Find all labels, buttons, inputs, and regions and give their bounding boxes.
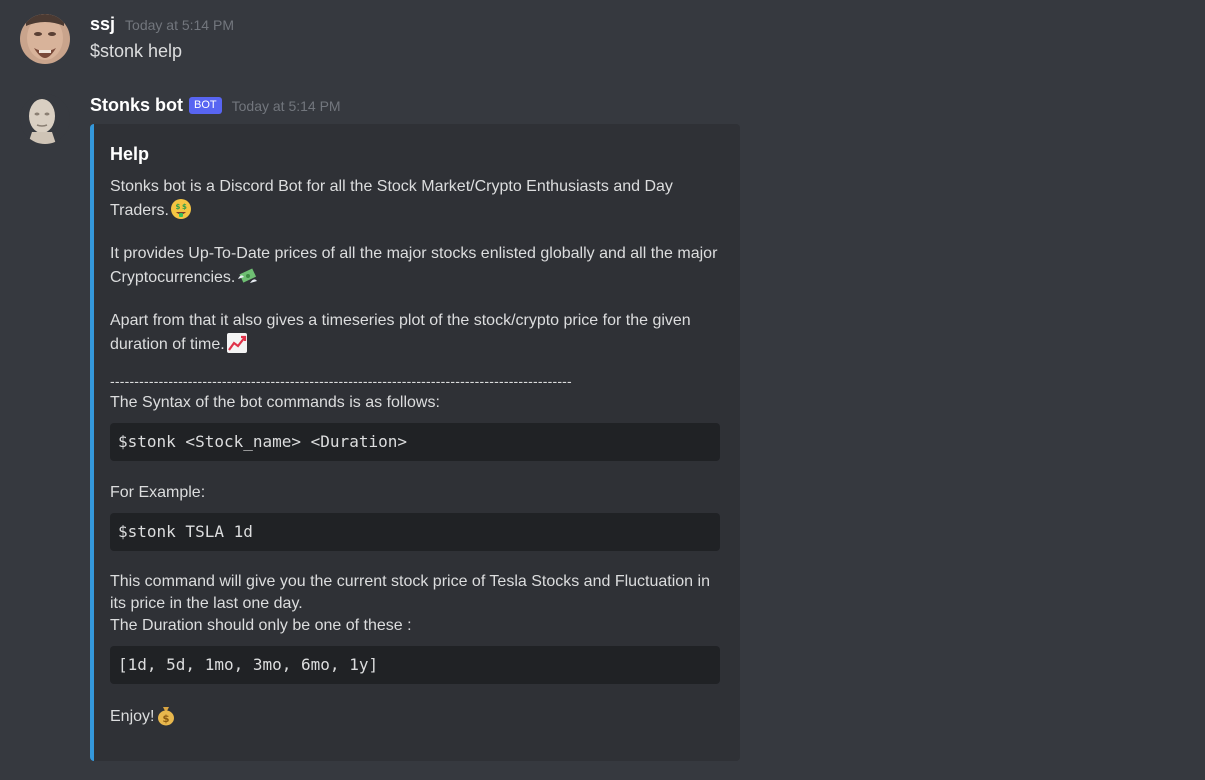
message-content: $stonk help xyxy=(90,41,183,61)
embed-intro-3: Apart from that it also gives a timeseri… xyxy=(110,312,691,353)
user-avatar-ssj[interactable] xyxy=(20,14,70,64)
embed-intro-1: Stonks bot is a Discord Bot for all the … xyxy=(110,178,673,219)
money-mouth-face-icon: $ $ xyxy=(170,199,191,219)
svg-text:$: $ xyxy=(163,714,170,725)
syntax-code-block: $stonk <Stock_name> <Duration> xyxy=(110,423,720,461)
embed-body: Help Stonks bot is a Discord Bot for all… xyxy=(110,144,724,728)
bot-avatar-stonks[interactable] xyxy=(20,94,70,144)
embed-divider: ----------------------------------------… xyxy=(110,374,572,388)
timestamp: Today at 5:14 PM xyxy=(125,17,234,33)
username[interactable]: Stonks bot xyxy=(90,95,183,116)
embed-paragraph: Apart from that it also gives a timeseri… xyxy=(110,309,724,356)
chart-increasing-icon xyxy=(226,333,247,353)
duration-label: The Duration should only be one of these… xyxy=(110,617,412,634)
embed-outro: Enjoy! $ xyxy=(110,704,724,728)
help-embed: Help Stonks bot is a Discord Bot for all… xyxy=(90,124,740,761)
embed-title: Help xyxy=(110,144,150,164)
bot-tag-badge: BOT xyxy=(189,97,222,114)
explanation-text: This command will give you the current s… xyxy=(110,573,710,612)
embed-intro-2: It provides Up-To-Date prices of all the… xyxy=(110,245,718,286)
money-with-wings-icon xyxy=(238,268,258,283)
outro-text: Enjoy! xyxy=(110,708,155,725)
timestamp: Today at 5:14 PM xyxy=(231,98,341,114)
message-header: ssj Today at 5:14 PM xyxy=(90,14,234,35)
username[interactable]: ssj xyxy=(90,14,115,35)
duration-code-block: [1d, 5d, 1mo, 3mo, 6mo, 1y] xyxy=(110,646,720,684)
svg-text:$: $ xyxy=(175,203,180,211)
example-label: For Example: xyxy=(110,484,206,501)
embed-paragraph: It provides Up-To-Date prices of all the… xyxy=(110,242,724,289)
syntax-label: The Syntax of the bot commands is as fol… xyxy=(110,394,440,411)
example-code-block: $stonk TSLA 1d xyxy=(110,513,720,551)
money-bag-icon: $ xyxy=(158,707,175,726)
message-header: Stonks bot BOT Today at 5:14 PM xyxy=(90,95,341,117)
svg-text:$: $ xyxy=(182,203,187,211)
embed-paragraph: Stonks bot is a Discord Bot for all the … xyxy=(110,175,724,222)
